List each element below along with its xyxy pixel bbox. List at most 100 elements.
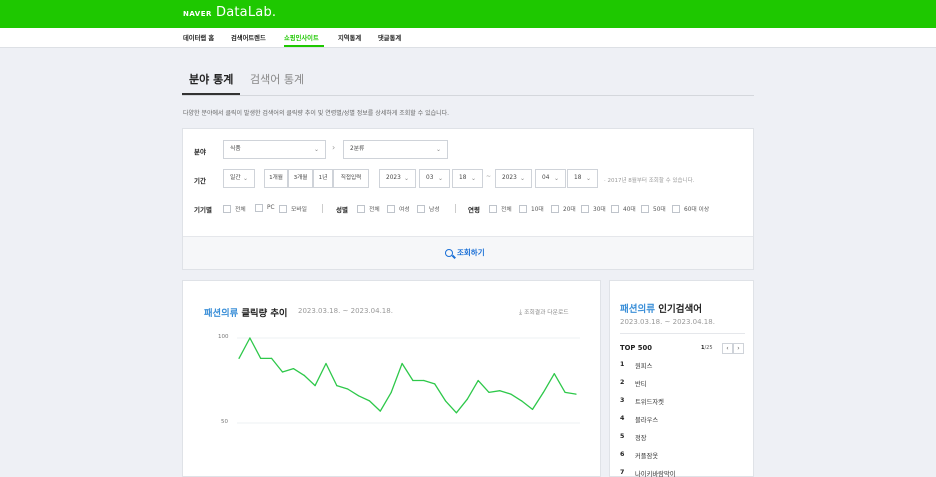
age-60plus-checkbox[interactable]: 60대 이상 — [672, 204, 709, 213]
period-unit-value: 일간 — [230, 175, 241, 181]
device-all-label: 전체 — [235, 207, 246, 213]
data-point[interactable] — [423, 379, 425, 382]
nav-item-shopping-insight[interactable]: 쇼핑인사이트 — [284, 33, 319, 42]
page-total: /25 — [704, 345, 713, 351]
data-point[interactable] — [260, 357, 262, 359]
age-all-label: 전체 — [501, 207, 512, 213]
age-50s-checkbox[interactable]: 50대 — [641, 204, 666, 213]
gender-all-label: 전체 — [369, 207, 380, 213]
start-day-select[interactable]: 18 ⌄ — [452, 169, 483, 188]
gender-all-checkbox[interactable]: 전체 — [357, 204, 380, 213]
chevron-down-icon: ⌄ — [403, 175, 409, 182]
period-3month-button[interactable]: 3개월 — [288, 169, 313, 188]
data-point[interactable] — [347, 388, 349, 390]
period-1month-button[interactable]: 1개월 — [264, 169, 288, 188]
chevron-left-icon: ‹ — [726, 345, 729, 352]
period-1year-button[interactable]: 1년 — [313, 169, 333, 188]
gender-male-label: 남성 — [429, 207, 440, 213]
data-point[interactable] — [499, 390, 501, 392]
ranking-item[interactable]: 7 나이키바람막이 — [620, 469, 676, 477]
data-point[interactable] — [357, 395, 360, 397]
data-point[interactable] — [477, 379, 479, 382]
age-10s-label: 10대 — [531, 207, 544, 213]
tab-keyword-stats[interactable]: 검색어 통계 — [250, 71, 304, 87]
ranking-item[interactable]: 1 원피스 — [620, 361, 652, 370]
next-page-button[interactable]: › — [733, 343, 744, 354]
age-40s-label: 40대 — [623, 207, 636, 213]
data-point[interactable] — [390, 391, 392, 393]
age-20s-checkbox[interactable]: 20대 — [551, 204, 576, 213]
period-custom-button[interactable]: 직접입력 — [333, 169, 369, 188]
rank-number: 2 — [620, 379, 625, 386]
data-point[interactable] — [510, 393, 512, 395]
checkbox-box — [672, 204, 680, 213]
datalab-logo[interactable]: DataLab. — [216, 5, 276, 20]
rank-keyword: 반티 — [635, 381, 647, 388]
device-pc-checkbox[interactable]: PC — [255, 204, 275, 212]
data-point[interactable] — [314, 385, 316, 387]
ranking-item[interactable]: 4 블라우스 — [620, 415, 658, 424]
checkbox-box — [611, 204, 619, 213]
series-line — [238, 337, 577, 414]
end-year-select[interactable]: 2023 ⌄ — [495, 169, 532, 188]
gender-female-checkbox[interactable]: 여성 — [387, 204, 410, 213]
device-mobile-checkbox[interactable]: 모바일 — [279, 204, 307, 213]
data-point[interactable] — [238, 357, 240, 359]
data-point[interactable] — [521, 400, 523, 402]
tab-active-underline — [182, 93, 240, 95]
data-point[interactable] — [466, 398, 468, 400]
search-button[interactable]: 조회하기 — [445, 247, 485, 258]
age-10s-checkbox[interactable]: 10대 — [519, 204, 544, 213]
age-30s-checkbox[interactable]: 30대 — [581, 204, 606, 213]
start-month-select[interactable]: 03 ⌄ — [419, 169, 450, 188]
category-level2-select[interactable]: 2분류 ⌄ — [343, 140, 448, 159]
chevron-down-icon: ⌄ — [553, 175, 559, 182]
ranking-item[interactable]: 3 트위드자켓 — [620, 397, 664, 406]
start-year-select[interactable]: 2023 ⌄ — [379, 169, 416, 188]
age-all-checkbox[interactable]: 전체 — [489, 204, 512, 213]
data-point[interactable] — [368, 400, 371, 402]
data-point[interactable] — [325, 362, 327, 365]
data-point[interactable] — [575, 393, 577, 395]
period-unit-select[interactable]: 일간 ⌄ — [223, 169, 255, 188]
ranking-item[interactable]: 5 정장 — [620, 433, 647, 442]
data-point[interactable] — [281, 371, 284, 373]
ranking-title-suffix: 인기검색어 — [658, 304, 702, 315]
ranking-item[interactable]: 6 커플잠옷 — [620, 451, 658, 460]
nav-item-search-trend[interactable]: 검색어트렌드 — [231, 33, 266, 42]
ranking-category: 패션의류 — [620, 304, 655, 315]
data-point[interactable] — [303, 374, 305, 376]
data-point[interactable] — [249, 337, 251, 339]
data-point[interactable] — [488, 391, 490, 393]
gender-male-checkbox[interactable]: 남성 — [417, 204, 440, 213]
data-point[interactable] — [336, 385, 338, 387]
ranking-item[interactable]: 2 반티 — [620, 379, 647, 388]
data-point[interactable] — [531, 408, 534, 410]
data-point[interactable] — [379, 410, 381, 412]
end-month-select[interactable]: 04 ⌄ — [535, 169, 566, 188]
nav-item-home[interactable]: 데이터랩 홈 — [183, 33, 214, 42]
nav-item-regional-stats[interactable]: 지역통계 — [338, 33, 361, 42]
device-all-checkbox[interactable]: 전체 — [223, 204, 246, 213]
data-point[interactable] — [271, 357, 273, 359]
data-point[interactable] — [444, 400, 447, 402]
chevron-down-icon: ⌄ — [585, 175, 591, 182]
naver-logo[interactable]: NAVER — [183, 10, 212, 18]
tab-category-stats[interactable]: 분야 통계 — [189, 71, 233, 87]
data-point[interactable] — [455, 412, 458, 414]
data-point[interactable] — [412, 379, 414, 382]
data-point[interactable] — [401, 362, 403, 365]
nav-item-comment-stats[interactable]: 댓글통계 — [378, 33, 401, 42]
end-day-select[interactable]: 18 ⌄ — [567, 169, 598, 188]
data-point[interactable] — [292, 368, 294, 370]
data-point[interactable] — [564, 391, 566, 393]
search-strip: 조회하기 — [183, 236, 753, 269]
prev-page-button[interactable]: ‹ — [722, 343, 733, 354]
age-40s-checkbox[interactable]: 40대 — [611, 204, 636, 213]
checkbox-box — [255, 204, 263, 212]
category-level1-select[interactable]: 식품 ⌄ — [223, 140, 326, 159]
data-point[interactable] — [542, 391, 544, 393]
chevron-right-icon: › — [737, 345, 740, 352]
data-point[interactable] — [434, 383, 436, 385]
data-point[interactable] — [553, 373, 555, 375]
